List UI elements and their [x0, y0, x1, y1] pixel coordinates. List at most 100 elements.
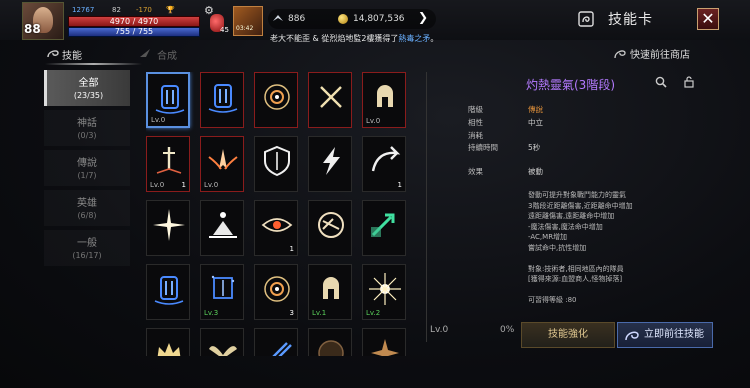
description-line: -AC,MR增加	[528, 233, 568, 241]
skill-swirl-icon	[625, 331, 639, 341]
buff-timer: 03:42	[236, 25, 254, 32]
burst-icon	[153, 209, 185, 241]
detail-value-affinity: 中立	[528, 118, 543, 127]
star-spike-icon	[371, 339, 399, 356]
skill-card-grid: Lv.0 Lv.0 Lv.0 1 Lv.0 1 1 Lv.3 3 Lv.1 Lv.2	[146, 72, 416, 356]
card-count: 1	[181, 181, 186, 189]
sword-ground-icon	[156, 147, 182, 174]
card-count: 1	[397, 181, 402, 189]
skill-card-cell[interactable]	[362, 200, 406, 256]
skill-card-cell[interactable]: Lv.3	[200, 264, 244, 320]
detail-value-effect: 被動	[528, 167, 543, 176]
trophy-icon: 🏆	[166, 6, 175, 14]
category-normal[interactable]: 一般 (16/17)	[44, 230, 130, 266]
skill-card-cell[interactable]	[254, 136, 298, 192]
category-all[interactable]: 全部 (23/35)	[44, 70, 130, 106]
card-level: Lv.0	[204, 181, 219, 189]
quick-shop-link[interactable]: 快速前往商店	[630, 46, 690, 61]
potion-count: 45	[220, 26, 229, 34]
card-count: 3	[289, 309, 294, 317]
category-legend[interactable]: 傳說 (1/7)	[44, 150, 130, 186]
target-icon	[264, 84, 290, 110]
search-icon[interactable]	[655, 76, 667, 88]
card-level: Lv.3	[204, 309, 219, 317]
category-hero[interactable]: 英雄 (6/8)	[44, 190, 130, 226]
skill-card-cell[interactable]	[308, 200, 352, 256]
category-label: 英雄	[77, 198, 97, 209]
skill-card-cell[interactable]	[146, 328, 190, 356]
skill-card-cell[interactable]	[200, 328, 244, 356]
skill-card-cell[interactable]: 3	[254, 264, 298, 320]
category-mythic[interactable]: 神話 (0/3)	[44, 110, 130, 146]
description-line: 遠距離傷害,遠距離命中增加	[528, 212, 615, 220]
card-level: Lv.1	[312, 309, 327, 317]
skill-card-cell[interactable]	[308, 136, 352, 192]
skill-card-cell[interactable]	[200, 200, 244, 256]
tab-combine[interactable]: 合成	[157, 47, 177, 62]
category-sidebar: 全部 (23/35) 神話 (0/3) 傳說 (1/7) 英雄 (6/8) 一般…	[44, 70, 130, 270]
skill-tab-icon	[47, 50, 59, 58]
skill-card-cell[interactable]	[146, 264, 190, 320]
skill-card-cell[interactable]	[200, 72, 244, 128]
category-label: 傳說	[77, 158, 97, 169]
skill-card-cell[interactable]	[254, 72, 298, 128]
tab-skill[interactable]: 技能	[62, 47, 82, 62]
detail-label-duration: 持續時間	[468, 143, 498, 152]
target-icon	[264, 276, 290, 302]
skill-card-cell[interactable]	[362, 328, 406, 356]
detail-label-effect: 效果	[468, 167, 483, 176]
blue-pillar-icon	[155, 85, 185, 114]
hp-text: 4970 / 4970	[109, 17, 159, 26]
skill-card-cell[interactable]	[308, 72, 352, 128]
panel-divider	[426, 72, 427, 342]
description-line: [獲得來源:血盟商人,怪物掉落]	[528, 275, 623, 283]
skill-card-cell[interactable]: Lv.0 1	[146, 136, 190, 192]
lightning-icon	[323, 147, 340, 175]
description-line: 發動可提升對象戰鬥能力的靈氣	[528, 191, 626, 199]
mp-text: 755 / 755	[114, 27, 154, 36]
detail-label-cost: 消耗	[468, 131, 483, 140]
stat-value-2: 82	[112, 6, 121, 14]
helmet-icon	[323, 277, 339, 299]
hp-bar: 4970 / 4970	[68, 16, 200, 27]
game-window: 88 12767 82 -170 🏆 4970 / 4970 755 / 755…	[0, 0, 750, 388]
category-label: 全部	[78, 78, 99, 89]
detail-label-affinity: 相性	[468, 118, 483, 127]
announcement-text: 老大不能歪 & 從烈焰地監2樓獲得了	[270, 34, 399, 43]
close-button[interactable]: ✕	[697, 8, 719, 30]
goto-skill-button[interactable]: 立即前往技能	[617, 322, 713, 348]
shop-icon	[614, 50, 626, 59]
skill-card-cell[interactable]: Lv.0	[146, 72, 190, 128]
category-count: (23/35)	[73, 91, 104, 100]
skill-level: Lv.0	[430, 325, 449, 335]
announcement-end: 。	[430, 34, 439, 43]
skill-card-cell[interactable]: Lv.2	[362, 264, 406, 320]
skill-card-cell[interactable]: Lv.0	[362, 72, 406, 128]
skill-card-cell[interactable]: 1	[362, 136, 406, 192]
lock-icon[interactable]	[683, 75, 695, 88]
potion-slot[interactable]: 45	[204, 8, 229, 36]
skill-card-cell[interactable]: 1	[254, 200, 298, 256]
combine-tab-icon	[140, 49, 150, 57]
category-count: (1/7)	[77, 171, 97, 180]
shield-icon	[264, 145, 290, 177]
skill-card-cell[interactable]	[254, 328, 298, 356]
description-line: -魔法傷害,魔法命中增加	[528, 222, 603, 231]
green-arrow-icon	[371, 213, 395, 237]
stat-value-3: -170	[136, 6, 152, 14]
category-label: 神話	[77, 118, 97, 129]
skill-card-cell[interactable]: Lv.1	[308, 264, 352, 320]
power-value: 12767	[72, 6, 95, 14]
skill-enhance-button[interactable]: 技能強化	[521, 322, 615, 348]
blue-pillar-icon	[208, 84, 238, 113]
skill-card-cell[interactable]: Lv.0	[200, 136, 244, 192]
description-line: 對象:技術者,相同地區內的隊員	[528, 264, 624, 273]
skill-card-cell[interactable]	[308, 328, 352, 356]
card-count: 1	[289, 245, 294, 253]
buff-slot[interactable]: 03:42	[233, 6, 263, 36]
wing-currency-icon	[273, 15, 283, 21]
window-title: 技能卡	[608, 12, 653, 28]
chevron-right-icon[interactable]: ❯	[418, 10, 428, 24]
card-level: Lv.0	[150, 181, 165, 189]
skill-card-cell[interactable]	[146, 200, 190, 256]
